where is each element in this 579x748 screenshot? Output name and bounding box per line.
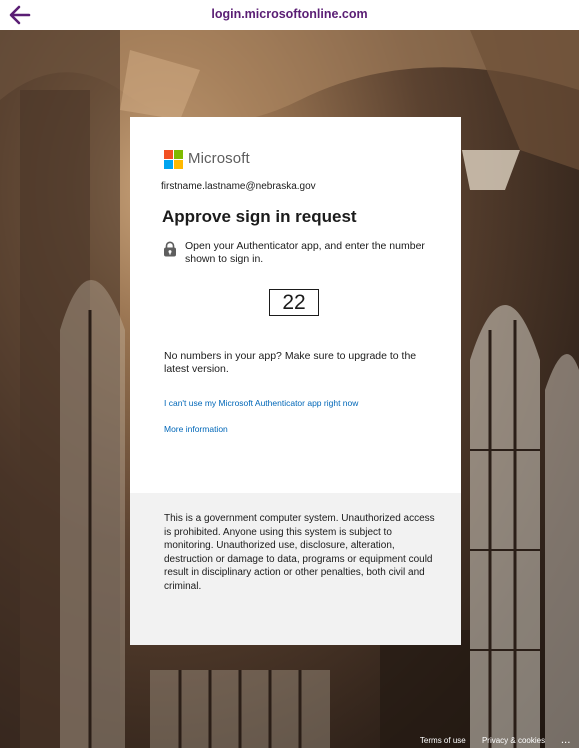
microsoft-logo xyxy=(164,150,184,170)
browser-address-bar: login.microsoftonline.com xyxy=(0,0,579,30)
cant-use-authenticator-link[interactable]: I can't use my Microsoft Authenticator a… xyxy=(164,398,358,408)
footer-links: Terms of use Privacy & cookies ... xyxy=(406,736,571,745)
more-information-link[interactable]: More information xyxy=(164,424,228,434)
terms-of-use-link[interactable]: Terms of use xyxy=(420,736,466,745)
more-options-button[interactable]: ... xyxy=(561,736,571,745)
lock-icon xyxy=(164,241,176,257)
brand-name: Microsoft xyxy=(188,150,250,167)
sign-in-number: 22 xyxy=(269,289,319,316)
authenticator-instruction: Open your Authenticator app, and enter t… xyxy=(185,240,425,265)
account-identity: firstname.lastname@nebraska.gov xyxy=(161,181,316,192)
url-text[interactable]: login.microsoftonline.com xyxy=(0,7,579,21)
privacy-cookies-link[interactable]: Privacy & cookies xyxy=(482,736,545,745)
government-notice-text: This is a government computer system. Un… xyxy=(164,513,435,592)
sign-in-content: Microsoft firstname.lastname@nebraska.go… xyxy=(130,117,461,493)
notice-panel: This is a government computer system. Un… xyxy=(130,493,461,645)
page-title: Approve sign in request xyxy=(162,207,357,226)
upgrade-message: No numbers in your app? Make sure to upg… xyxy=(164,350,417,375)
sign-in-card: Microsoft firstname.lastname@nebraska.go… xyxy=(130,117,461,645)
